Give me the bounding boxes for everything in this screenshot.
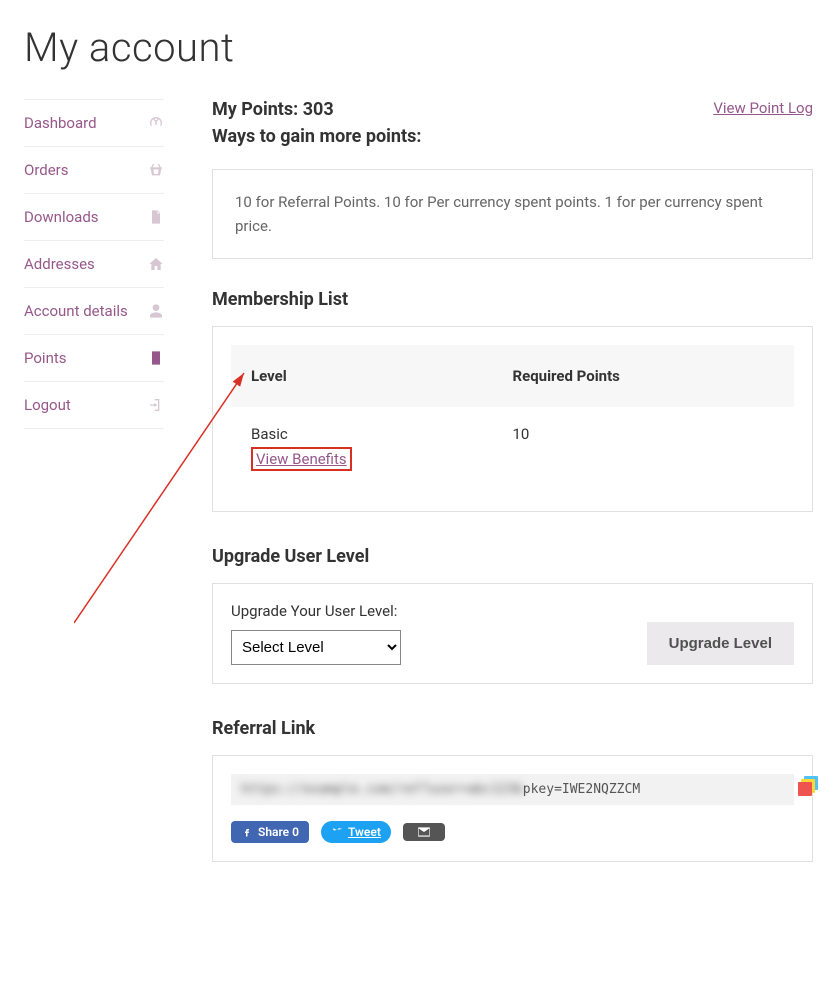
sidebar-item-account-details[interactable]: Account details	[24, 287, 164, 334]
facebook-share-button[interactable]: Share 0	[231, 821, 309, 843]
account-sidebar: Dashboard Orders Downloads Addresses Acc…	[24, 99, 164, 896]
upgrade-card: Upgrade Your User Level: Select Level Up…	[212, 583, 813, 684]
table-header: Level Required Points	[231, 345, 794, 407]
col-required: Required Points	[513, 367, 775, 385]
membership-heading: Membership List	[212, 289, 813, 310]
sidebar-item-dashboard[interactable]: Dashboard	[24, 99, 164, 146]
referral-link-box[interactable]: https://example.com/ref?user=abc123&pkey…	[231, 774, 794, 805]
sidebar-item-points[interactable]: Points	[24, 334, 164, 381]
referral-visible: pkey=IWE2NQZZCM	[523, 782, 640, 797]
envelope-icon	[417, 827, 431, 837]
sidebar-item-label: Dashboard	[24, 114, 97, 132]
copy-icon[interactable]	[800, 776, 818, 794]
user-icon	[148, 303, 164, 319]
home-icon	[148, 256, 164, 272]
sidebar-item-label: Orders	[24, 161, 69, 179]
col-level: Level	[251, 367, 513, 385]
referral-heading: Referral Link	[212, 718, 813, 739]
sidebar-item-orders[interactable]: Orders	[24, 146, 164, 193]
sidebar-item-label: Account details	[24, 302, 128, 320]
dashboard-icon	[148, 115, 164, 131]
sidebar-item-label: Downloads	[24, 208, 99, 226]
document-icon	[148, 350, 164, 366]
logout-icon	[148, 397, 164, 413]
ways-info-box: 10 for Referral Points. 10 for Per curre…	[212, 169, 813, 259]
upgrade-label: Upgrade Your User Level:	[231, 602, 401, 620]
required-points-value: 10	[513, 425, 775, 471]
view-benefits-link[interactable]: View Benefits	[251, 447, 352, 471]
page-title: My account	[24, 24, 813, 71]
level-name: Basic	[251, 425, 513, 443]
sidebar-item-label: Addresses	[24, 255, 95, 273]
basket-icon	[148, 162, 164, 178]
sidebar-item-downloads[interactable]: Downloads	[24, 193, 164, 240]
level-select[interactable]: Select Level	[231, 630, 401, 665]
referral-card: https://example.com/ref?user=abc123&pkey…	[212, 755, 813, 862]
upgrade-level-button[interactable]: Upgrade Level	[647, 622, 794, 665]
table-row: Basic View Benefits 10	[231, 407, 794, 493]
sidebar-item-label: Points	[24, 349, 67, 367]
sidebar-item-addresses[interactable]: Addresses	[24, 240, 164, 287]
upgrade-heading: Upgrade User Level	[212, 546, 813, 567]
my-points-heading: My Points: 303	[212, 99, 334, 120]
sidebar-item-logout[interactable]: Logout	[24, 381, 164, 429]
membership-card: Level Required Points Basic View Benefit…	[212, 326, 813, 512]
email-share-button[interactable]	[403, 823, 445, 841]
ways-heading: Ways to gain more points:	[212, 126, 813, 147]
view-point-log-link[interactable]: View Point Log	[713, 99, 813, 117]
twitter-tweet-button[interactable]: Tweet	[321, 821, 391, 843]
referral-blurred: https://example.com/ref?user=abc123&	[241, 782, 523, 797]
sidebar-item-label: Logout	[24, 396, 71, 414]
file-icon	[148, 209, 164, 225]
